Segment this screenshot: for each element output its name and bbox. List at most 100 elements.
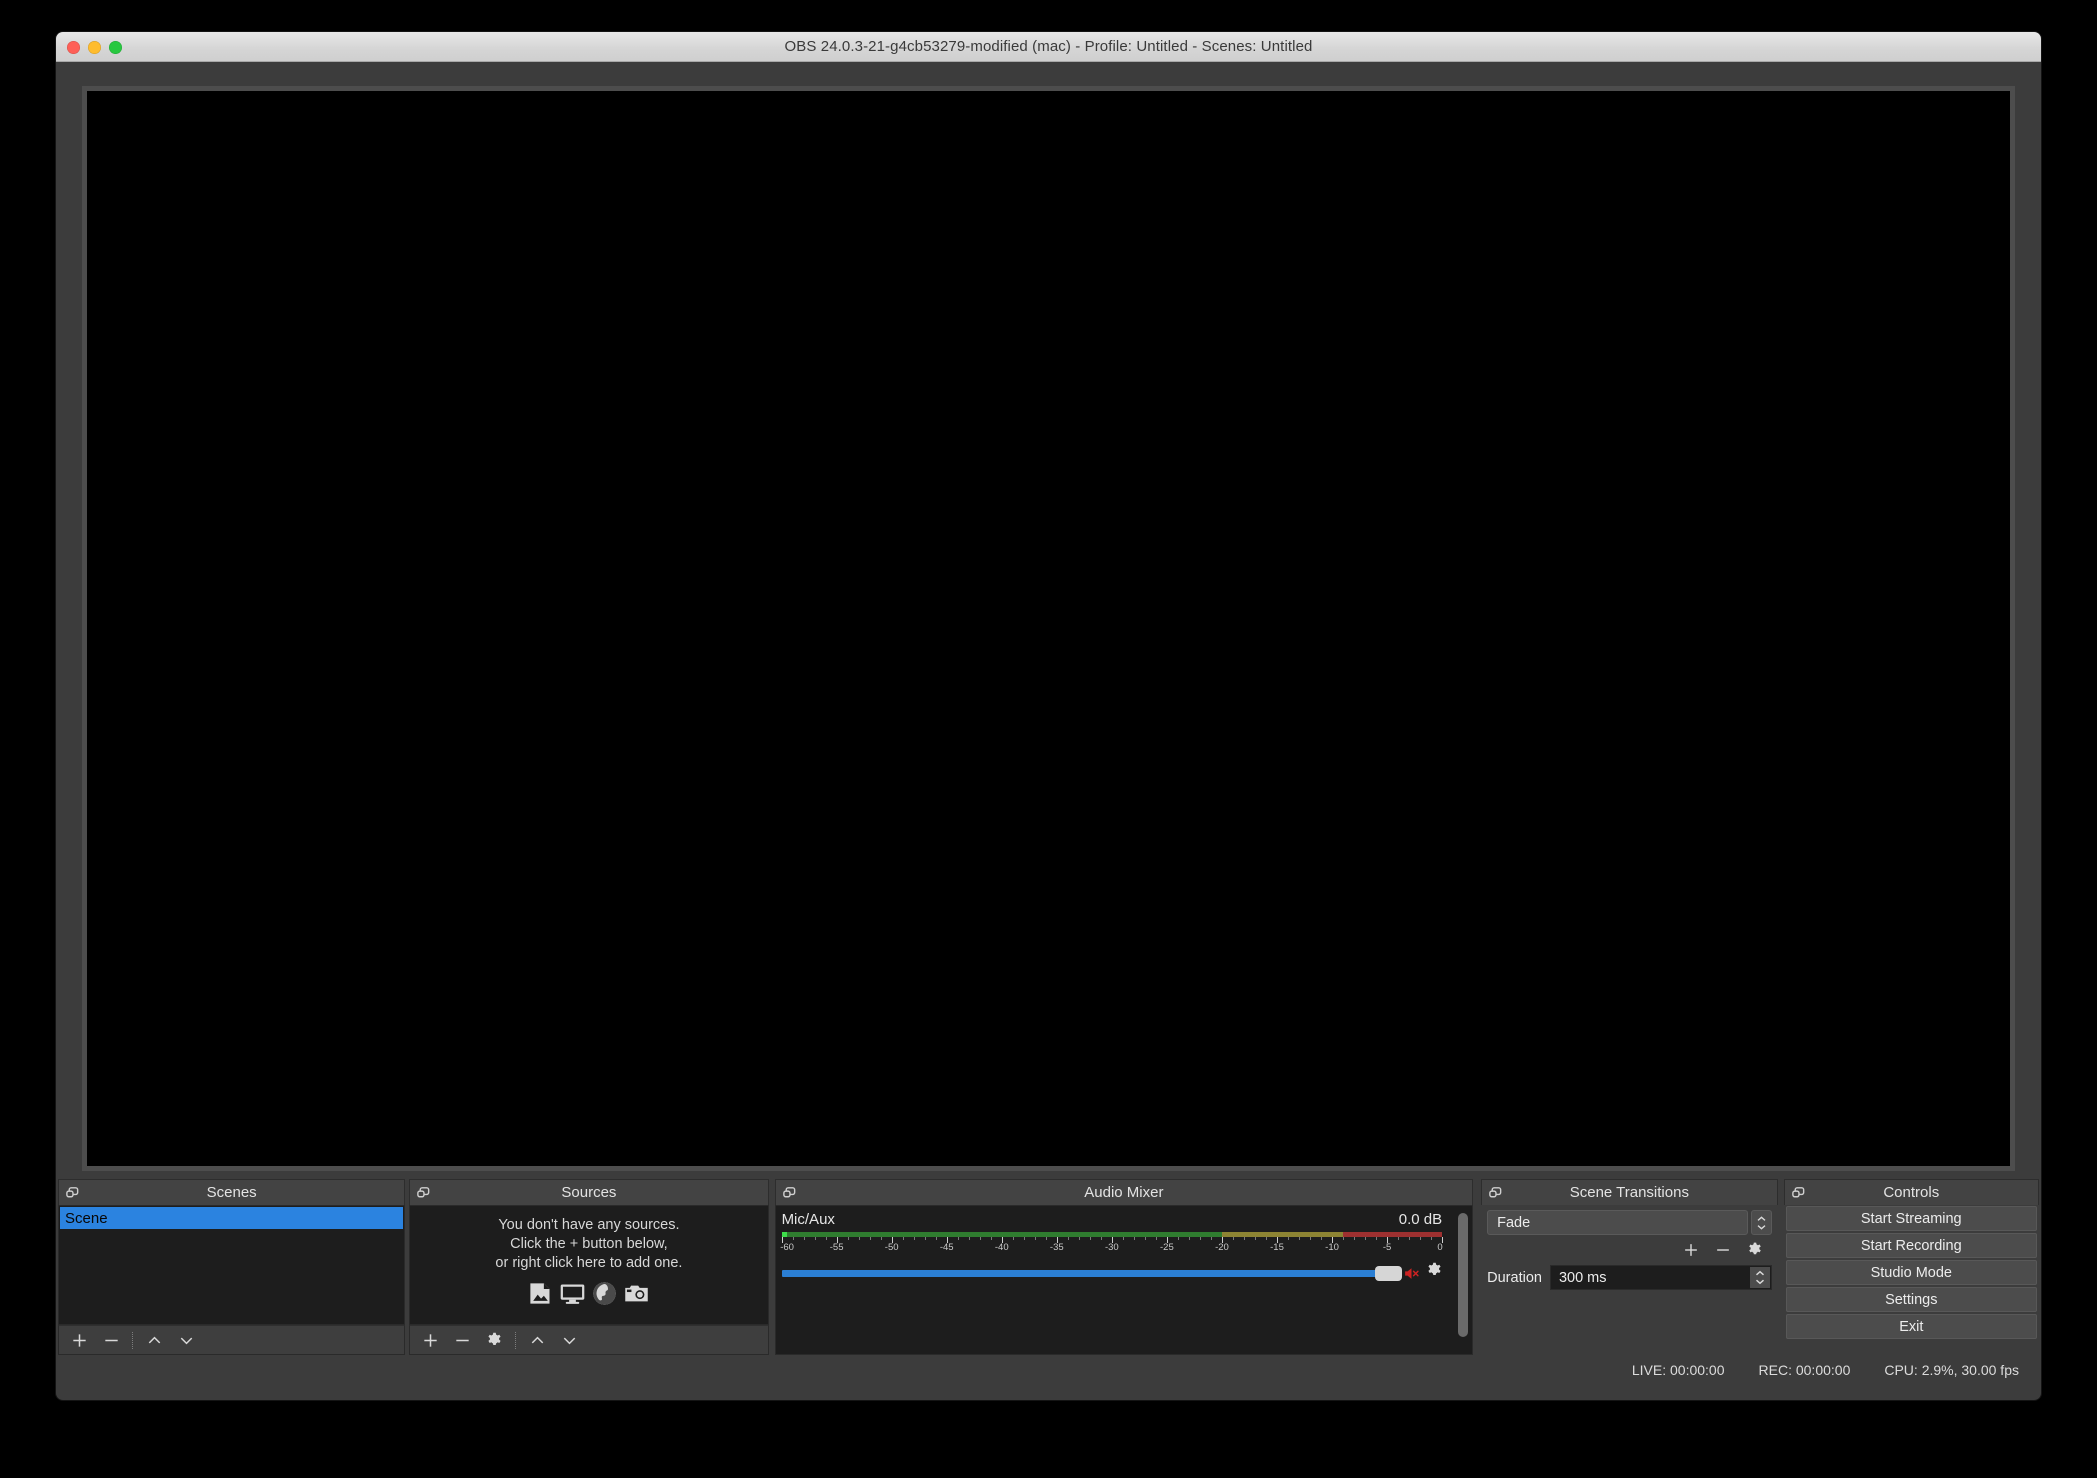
meter-tick-label: -25 xyxy=(1160,1242,1174,1253)
add-source-button[interactable] xyxy=(415,1327,445,1353)
meter-tick-minor xyxy=(1101,1237,1102,1240)
mixer-db-readout: 0.0 dB xyxy=(1399,1211,1442,1228)
move-scene-up-button[interactable] xyxy=(139,1327,169,1353)
meter-tick-minor xyxy=(936,1237,937,1240)
meter-tick-label: -20 xyxy=(1215,1242,1229,1253)
sources-dock: Sources You don't have any sources. Clic… xyxy=(409,1179,768,1355)
meter-tick-minor xyxy=(991,1237,992,1240)
remove-source-button[interactable] xyxy=(447,1327,477,1353)
empty-line-2: Click the + button below, xyxy=(410,1235,767,1254)
remove-scene-button[interactable] xyxy=(96,1327,126,1353)
studio-mode-button[interactable]: Studio Mode xyxy=(1786,1260,2037,1285)
scenes-list[interactable]: Scene xyxy=(58,1205,405,1325)
scene-transitions-dock-titlebar: Scene Transitions xyxy=(1481,1179,1777,1205)
duration-label: Duration xyxy=(1487,1270,1542,1286)
meter-tick-label: -5 xyxy=(1383,1242,1391,1253)
sources-empty-icons xyxy=(410,1280,767,1312)
undock-icon[interactable] xyxy=(416,1185,431,1200)
meter-tick-label: 0 xyxy=(1437,1242,1442,1253)
mixer-meter-wrap: -60-55-50-45-40-35-30-25-20-15-10-50 xyxy=(782,1232,1465,1253)
scenes-dock-titlebar: Scenes xyxy=(58,1179,405,1205)
scene-transitions-content: Fade xyxy=(1481,1205,1777,1355)
image-icon xyxy=(527,1280,554,1312)
meter-tick-minor xyxy=(1299,1237,1300,1240)
add-scene-button[interactable] xyxy=(64,1327,94,1353)
undock-icon[interactable] xyxy=(1488,1185,1503,1200)
chevron-up-icon xyxy=(1756,1216,1767,1223)
obs-main-window: OBS 24.0.3-21-g4cb53279-modified (mac) -… xyxy=(56,32,2041,1400)
undock-icon[interactable] xyxy=(65,1185,80,1200)
list-item[interactable]: Scene xyxy=(60,1207,403,1229)
cpu-fps-status: CPU: 2.9%, 30.00 fps xyxy=(1884,1362,2019,1378)
mixer-settings-gear-icon[interactable] xyxy=(1425,1261,1444,1285)
meter-tick-label: -50 xyxy=(885,1242,899,1253)
meter-tick-minor xyxy=(1288,1237,1289,1240)
mixer-channel-name: Mic/Aux xyxy=(782,1211,835,1228)
duration-input[interactable]: 300 ms xyxy=(1550,1265,1772,1290)
add-transition-button[interactable] xyxy=(1676,1237,1706,1263)
remove-transition-button[interactable] xyxy=(1708,1237,1738,1263)
meter-tick-minor xyxy=(1189,1237,1190,1240)
audio-mixer-dock-body: Mic/Aux 0.0 dB -60-55-50-45-40-35-30-25-… xyxy=(775,1205,1474,1355)
duration-stepper[interactable] xyxy=(1750,1267,1770,1288)
settings-button[interactable]: Settings xyxy=(1786,1287,2037,1312)
move-source-down-button[interactable] xyxy=(554,1327,584,1353)
meter-tick-minor xyxy=(969,1237,970,1240)
meter-tick-minor xyxy=(1200,1237,1201,1240)
transition-properties-button[interactable] xyxy=(1740,1237,1770,1263)
dock-row: Scenes Scene xyxy=(56,1179,2041,1355)
meter-tick-minor xyxy=(1409,1237,1410,1240)
meter-tick-minor xyxy=(1354,1237,1355,1240)
meter-scale: -60-55-50-45-40-35-30-25-20-15-10-50 xyxy=(782,1237,1443,1253)
sources-toolbar xyxy=(409,1325,768,1355)
volume-slider-handle[interactable] xyxy=(1375,1266,1402,1281)
toolbar-separator xyxy=(515,1332,516,1349)
scenes-dock-title: Scenes xyxy=(207,1184,257,1201)
meter-tick-minor xyxy=(1321,1237,1322,1240)
move-scene-down-button[interactable] xyxy=(171,1327,201,1353)
preview-frame xyxy=(82,86,2015,1171)
zoom-window-button[interactable] xyxy=(109,41,122,54)
transition-select[interactable]: Fade xyxy=(1487,1210,1747,1235)
controls-dock: Controls Start Streaming Start Recording… xyxy=(1784,1179,2039,1355)
volume-slider[interactable] xyxy=(782,1270,1399,1277)
preview-canvas[interactable] xyxy=(87,91,2010,1166)
move-source-up-button[interactable] xyxy=(522,1327,552,1353)
close-window-button[interactable] xyxy=(67,41,80,54)
status-bar: LIVE: 00:00:00 REC: 00:00:00 CPU: 2.9%, … xyxy=(56,1355,2041,1384)
start-streaming-button[interactable]: Start Streaming xyxy=(1786,1206,2037,1231)
audio-mixer-scrollbar[interactable] xyxy=(1458,1213,1468,1337)
undock-icon[interactable] xyxy=(782,1185,797,1200)
desktop-background: OBS 24.0.3-21-g4cb53279-modified (mac) -… xyxy=(0,0,2097,1478)
scenes-dock: Scenes Scene xyxy=(58,1179,405,1355)
window-traffic-lights xyxy=(67,32,122,62)
transition-select-stepper[interactable] xyxy=(1751,1210,1772,1235)
sources-list[interactable]: You don't have any sources. Click the + … xyxy=(409,1205,768,1325)
exit-button[interactable]: Exit xyxy=(1786,1314,2037,1339)
speaker-muted-icon[interactable] xyxy=(1403,1265,1420,1282)
sources-dock-title: Sources xyxy=(561,1184,616,1201)
minimize-window-button[interactable] xyxy=(88,41,101,54)
empty-line-3: or right click here to add one. xyxy=(410,1254,767,1273)
meter-tick-minor xyxy=(870,1237,871,1240)
chevron-down-icon xyxy=(1756,1223,1767,1230)
controls-dock-titlebar: Controls xyxy=(1784,1179,2039,1205)
meter-tick-minor xyxy=(1343,1237,1344,1240)
meter-tick-minor xyxy=(914,1237,915,1240)
meter-tick-minor xyxy=(826,1237,827,1240)
volume-slider-fill xyxy=(782,1270,1399,1277)
duration-row: Duration 300 ms xyxy=(1487,1265,1771,1290)
empty-line-1: You don't have any sources. xyxy=(410,1216,767,1235)
undock-icon[interactable] xyxy=(1791,1185,1806,1200)
meter-tick-label: -60 xyxy=(780,1242,794,1253)
controls-dock-title: Controls xyxy=(1883,1184,1939,1201)
source-properties-button[interactable] xyxy=(479,1327,509,1353)
meter-tick-minor xyxy=(1266,1237,1267,1240)
start-recording-button[interactable]: Start Recording xyxy=(1786,1233,2037,1258)
meter-tick-minor xyxy=(1156,1237,1157,1240)
window-title: OBS 24.0.3-21-g4cb53279-modified (mac) -… xyxy=(785,38,1313,55)
live-time-status: LIVE: 00:00:00 xyxy=(1632,1362,1725,1378)
sources-dock-titlebar: Sources xyxy=(409,1179,768,1205)
meter-tick-label: -30 xyxy=(1105,1242,1119,1253)
browser-globe-icon xyxy=(591,1280,618,1312)
